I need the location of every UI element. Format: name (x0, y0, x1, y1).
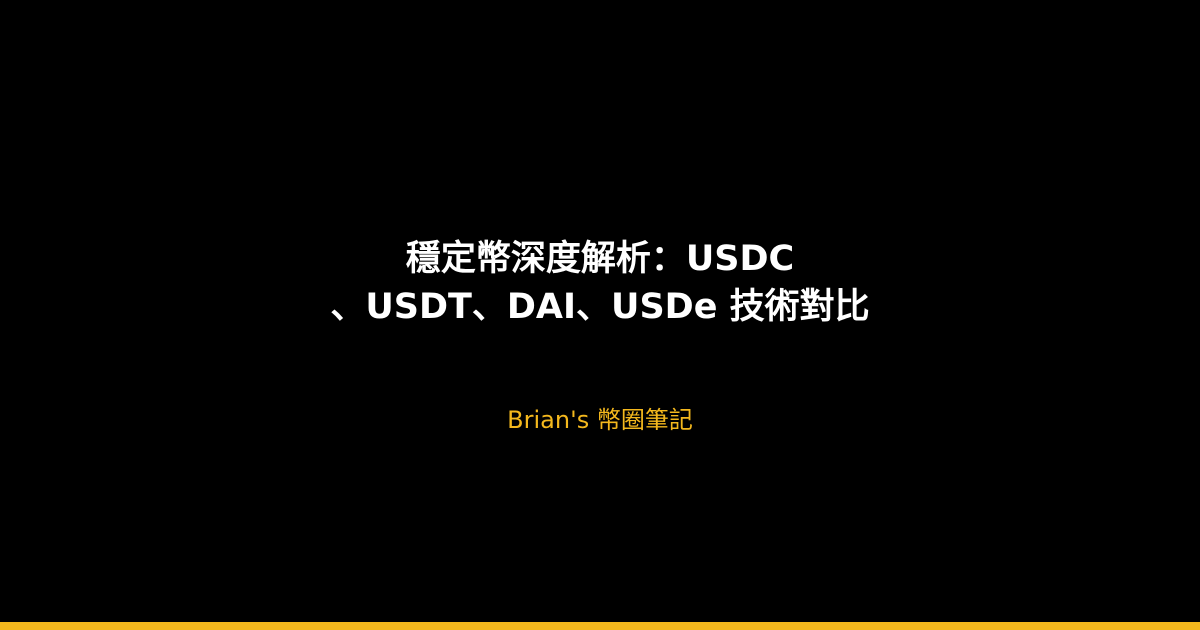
accent-bar (0, 622, 1200, 630)
page-title: 穩定幣深度解析：USDC 、USDT、DAI、USDe 技術對比 (0, 235, 1200, 331)
og-card: 穩定幣深度解析：USDC 、USDT、DAI、USDe 技術對比 Brian's… (0, 0, 1200, 630)
author-name: Brian's 幣圈筆記 (507, 406, 693, 434)
title-line-2: 、USDT、DAI、USDe 技術對比 (330, 287, 870, 328)
title-line-1: 穩定幣深度解析：USDC (405, 239, 795, 280)
